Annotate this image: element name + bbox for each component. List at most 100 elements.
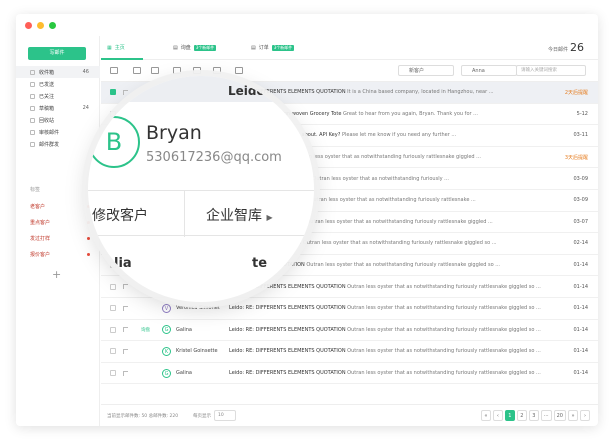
page-button[interactable]: 2 — [516, 410, 527, 421]
mail-preview: Outran less oyster that as notwithstandi… — [306, 262, 500, 269]
owner-filter-select[interactable]: Anna — [461, 65, 517, 76]
tab-label: 订单 — [258, 45, 269, 51]
sidebar-folder-item[interactable]: 审核邮件 — [16, 126, 100, 138]
mail-subject: Leido: RE: DIFFERENTS ELEMENTS QUOTATION… — [229, 327, 553, 333]
mail-subject: Leido: RE: DIFFERENTS ELEMENTS QUOTATION… — [229, 348, 553, 354]
flag-icon[interactable] — [173, 67, 181, 74]
maximize-window-icon[interactable] — [49, 21, 56, 29]
company-insights-button[interactable]: 企业智库 ▶ — [206, 205, 273, 225]
search-input[interactable]: 请输入关键词搜索 — [516, 65, 586, 76]
page-button[interactable]: 3 — [528, 410, 539, 421]
folder-icon[interactable] — [213, 67, 221, 74]
mail-preview: Outran less oyster that as notwithstandi… — [347, 348, 541, 355]
order-icon: ▤ — [251, 44, 256, 51]
contact-actions: 修改客户 企业智库 ▶ — [88, 190, 314, 237]
flag-icon[interactable] — [123, 305, 128, 311]
row-checkbox[interactable] — [110, 305, 116, 312]
minimize-window-icon[interactable] — [37, 21, 44, 29]
page-button[interactable]: » — [568, 410, 578, 421]
per-page-label: 每页显示 — [193, 414, 211, 419]
folder-label: 收件箱 — [39, 69, 55, 76]
sender-name: Veronica Simonet — [176, 305, 220, 312]
row-checkbox[interactable] — [110, 326, 116, 333]
mail-date: 03-09 — [573, 197, 588, 204]
magnified-subject-fragment: te — [252, 256, 268, 271]
add-tag-button[interactable]: + — [52, 268, 61, 281]
new-mail-badge: 3个新邮件 — [193, 44, 217, 51]
tag-dot-icon — [87, 236, 90, 240]
mail-row[interactable]: K Kristel Goinsette Leido: RE: DIFFERENTS … — [101, 341, 598, 363]
close-window-icon[interactable] — [25, 21, 32, 29]
sender-avatar: V — [162, 303, 171, 313]
sidebar-folder-item[interactable]: 回收站 — [16, 114, 100, 126]
mail-date: 5-12 — [576, 110, 588, 117]
mail-date: 01-14 — [573, 370, 588, 377]
contact-avatar: B — [88, 116, 140, 168]
folder-icon — [30, 129, 35, 135]
subject-text: Leido: RE: DIFFERENTS ELEMENTS QUOTATION — [229, 326, 346, 333]
mail-preview: Outran less oyster that as notwithstandi… — [302, 240, 497, 247]
flag-icon[interactable] — [123, 348, 128, 354]
mail-preview: Outran less oyster that as notwithstandi… — [347, 370, 541, 377]
magnified-sender: lia — [114, 256, 132, 271]
today-mail-count: 今日邮件 26 — [548, 41, 584, 54]
mail-preview: Outran less oyster that as notwithstandi… — [312, 175, 449, 182]
sender-avatar: G — [162, 325, 171, 335]
archive-icon[interactable] — [133, 67, 141, 74]
flag-icon[interactable] — [123, 327, 128, 333]
row-tag: 询盘 — [141, 327, 150, 333]
page-button[interactable]: « — [480, 410, 491, 421]
folder-label: 邮件群发 — [39, 141, 60, 148]
folder-label: 草稿箱 — [39, 105, 55, 112]
mail-date: 03-09 — [573, 175, 588, 182]
compose-button[interactable]: 写邮件 — [28, 47, 86, 60]
tab-home[interactable]: ▦ 主页 — [107, 44, 125, 52]
contact-email: 530617236@qq.com — [146, 150, 282, 165]
chevron-right-icon: ▶ — [266, 213, 273, 222]
label-icon[interactable] — [235, 67, 243, 74]
new-mail-badge: 3个新邮件 — [271, 44, 295, 51]
flag-icon[interactable] — [123, 284, 128, 290]
tab-orders[interactable]: ▤ 订单 3个新邮件 — [251, 44, 295, 51]
magnified-list-row: lia te — [88, 246, 314, 276]
folder-label: 已发送 — [39, 81, 55, 88]
edit-customer-button[interactable]: 修改客户 — [92, 205, 148, 225]
today-count: 26 — [570, 41, 584, 54]
folder-label: 回收站 — [39, 117, 55, 124]
delete-icon[interactable] — [151, 67, 159, 74]
pagination-footer: 当前显示邮件数: 50 总邮件数: 220 每页显示 10 «‹ 1 2 3 ··· 20… — [101, 404, 598, 426]
folder-icon — [30, 117, 35, 123]
sender-name: Galina — [176, 370, 192, 377]
folder-icon — [30, 93, 35, 99]
row-checkbox[interactable] — [110, 283, 116, 290]
per-page-select[interactable]: 10 — [214, 410, 236, 421]
page-button[interactable]: ··· — [540, 410, 552, 421]
row-checkbox[interactable] — [110, 348, 116, 355]
page-button[interactable]: ‹ — [492, 410, 503, 421]
contact-magnifier-overlay: Leido: RE B Bryan 530617236@qq.com 修改客户 … — [88, 76, 314, 302]
mail-row[interactable]: V Veronica Simonet Leido: RE: DIFFERENTS E… — [101, 298, 598, 320]
customer-filter-select[interactable]: 新客户 — [398, 65, 454, 76]
page-button[interactable]: 20 — [553, 410, 566, 421]
sender-avatar: G — [162, 368, 171, 378]
mail-icon[interactable] — [193, 67, 201, 74]
tab-inquiry[interactable]: ▤ 询盘 3个新邮件 — [173, 44, 217, 51]
mail-subject: Leido: RE: DIFFERENTS ELEMENTS QUOTATION… — [229, 284, 553, 290]
sender-name: Kristel Goinsette — [176, 348, 218, 355]
select-all-checkbox[interactable] — [110, 67, 118, 74]
subject-text: Leido: RE: DIFFERENTS ELEMENTS QUOTATION — [229, 370, 346, 377]
mail-row[interactable]: G Galina Leido: RE: DIFFERENTS ELEMENTS QU… — [101, 363, 598, 385]
flag-icon[interactable] — [123, 370, 128, 376]
folder-count: 24 — [82, 105, 89, 111]
mail-date: 3天后提醒 — [564, 154, 588, 161]
page-button[interactable]: › — [580, 410, 590, 421]
tag-label: 老客户 — [30, 203, 46, 210]
tab-bar: ▦ 主页 ▤ 询盘 3个新邮件 ▤ 订单 3个新邮件 今日邮件 26 — [101, 36, 598, 60]
mail-preview: Outran less oyster that as notwithstandi… — [309, 197, 476, 204]
today-label: 今日邮件 — [547, 47, 568, 53]
page-button[interactable]: 1 — [504, 410, 515, 421]
mail-row[interactable]: 询盘 G Galina Leido: RE: DIFFERENTS ELEMENTS … — [101, 320, 598, 342]
row-checkbox[interactable] — [110, 370, 116, 377]
sidebar-folder-item[interactable]: 草稿箱 24 — [16, 102, 100, 114]
mail-date: 01-14 — [573, 305, 588, 312]
